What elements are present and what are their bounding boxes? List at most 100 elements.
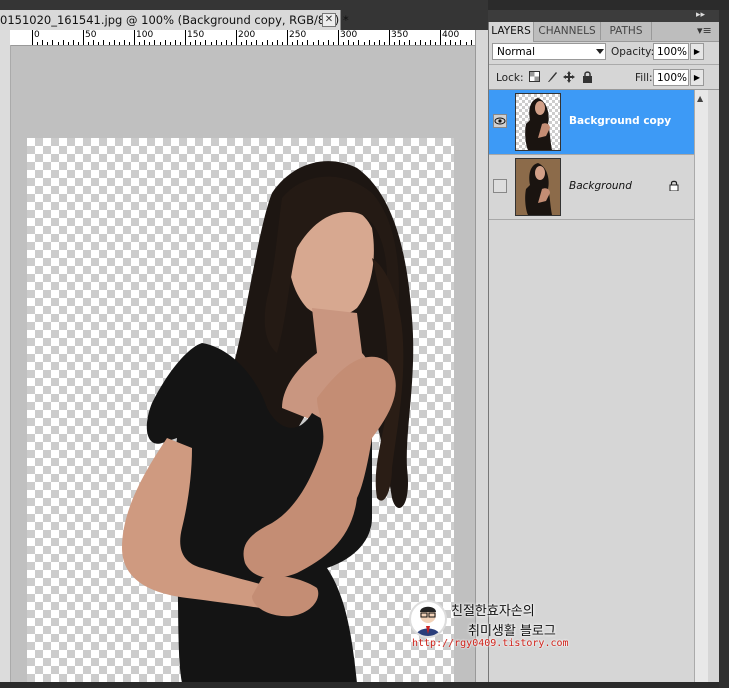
layer-thumbnail <box>515 93 561 151</box>
ruler-tick <box>57 42 59 45</box>
collapse-panel-icon[interactable]: ▸▸ <box>696 10 705 20</box>
ruler-tick <box>429 40 431 45</box>
ruler-tick <box>185 30 186 45</box>
tab-layers[interactable]: LAYERS <box>489 22 534 42</box>
tab-channels[interactable]: CHANNELS <box>534 22 601 40</box>
cutout-photo <box>122 161 414 683</box>
ruler-tick <box>236 30 237 45</box>
ruler-tick <box>343 42 345 45</box>
opacity-input[interactable]: 100% <box>653 43 689 60</box>
ruler-tick <box>368 40 370 45</box>
ruler-tick <box>241 42 243 45</box>
ruler-tick <box>113 40 115 45</box>
ruler-tick <box>373 42 375 45</box>
ruler-tick <box>419 40 421 45</box>
ruler-tick <box>52 40 54 45</box>
window-edge <box>719 10 729 688</box>
ruler-tick <box>149 42 151 45</box>
ruler-tick <box>62 40 64 45</box>
ruler-tick <box>424 42 426 45</box>
document-tab[interactable]: 0151020_161541.jpg @ 100% (Background co… <box>0 10 349 30</box>
horizontal-ruler: 0 50 100 150 200 250 300 350 400 <box>10 30 475 46</box>
ruler-tick <box>266 40 268 45</box>
ruler-tick <box>404 42 406 45</box>
panel-header-strip <box>488 10 719 22</box>
ruler-tick <box>67 42 69 45</box>
ruler-tick <box>338 30 339 45</box>
chevron-down-icon[interactable] <box>596 49 604 54</box>
ruler-tick <box>297 40 299 45</box>
eye-icon[interactable] <box>493 114 507 128</box>
lock-transparent-pixels-icon[interactable] <box>528 71 540 83</box>
ruler-tick <box>440 30 441 45</box>
ruler-tick <box>210 42 212 45</box>
fill-input[interactable]: 100% <box>653 69 689 86</box>
ruler-tick <box>251 42 253 45</box>
ruler-tick <box>317 40 319 45</box>
layer-name[interactable]: Background copy <box>569 115 671 127</box>
divider <box>489 64 719 65</box>
lock-image-pixels-icon[interactable] <box>546 71 558 83</box>
ruler-tick <box>256 40 258 45</box>
ruler-tick <box>98 42 100 45</box>
ruler-tick <box>88 42 90 45</box>
ruler-label: 300 <box>340 30 358 40</box>
ruler-tick <box>332 42 334 45</box>
ruler-label: 400 <box>442 30 460 40</box>
visibility-toggle[interactable] <box>493 179 507 193</box>
ruler-tick <box>144 40 146 45</box>
tab-paths[interactable]: PATHS <box>601 22 652 40</box>
opacity-slider-button[interactable]: ▶ <box>690 43 704 60</box>
image-canvas[interactable] <box>27 138 454 683</box>
ruler-tick <box>169 42 171 45</box>
ruler-tick <box>179 42 181 45</box>
ruler-tick <box>159 42 161 45</box>
ruler-tick <box>450 40 452 45</box>
close-tab-icon[interactable]: ✕ <box>322 13 336 27</box>
ruler-tick <box>353 42 355 45</box>
watermark-url: http://rgy0409.tistory.com <box>412 638 569 649</box>
ruler-tick <box>174 40 176 45</box>
status-bar <box>0 682 488 688</box>
ruler-tick <box>399 40 401 45</box>
ruler-tick <box>292 42 294 45</box>
ruler-tick <box>220 42 222 45</box>
blend-mode-select[interactable]: Normal <box>492 43 606 60</box>
layer-row-background-copy[interactable]: Background copy <box>489 90 694 155</box>
ruler-tick <box>470 40 472 45</box>
ruler-tick <box>322 42 324 45</box>
panel-menu-icon[interactable]: ▾≡ <box>697 24 712 37</box>
ruler-tick <box>225 40 227 45</box>
panel-edge <box>708 90 719 682</box>
scroll-up-icon[interactable]: ▲ <box>697 94 703 103</box>
opacity-label: Opacity: <box>611 46 655 58</box>
lock-all-icon[interactable] <box>581 71 593 83</box>
ruler-tick <box>93 40 95 45</box>
ruler-tick <box>215 40 217 45</box>
ruler-tick <box>37 42 39 45</box>
canvas-vertical-scrollbar[interactable] <box>475 30 488 682</box>
ruler-tick <box>445 42 447 45</box>
ruler-tick <box>164 40 166 45</box>
layers-scrollbar[interactable] <box>694 90 709 682</box>
lock-position-icon[interactable] <box>563 71 575 83</box>
ruler-tick <box>281 42 283 45</box>
fill-slider-button[interactable]: ▶ <box>690 69 704 86</box>
ruler-tick <box>195 40 197 45</box>
ruler-tick <box>307 40 309 45</box>
layer-row-background[interactable]: Background <box>489 155 694 220</box>
ruler-tick <box>139 42 141 45</box>
ruler-label: 50 <box>85 30 97 40</box>
ruler-tick <box>327 40 329 45</box>
ruler-tick <box>154 40 156 45</box>
layer-name[interactable]: Background <box>569 180 632 192</box>
watermark-text: 친절한효자손의 <box>451 604 535 619</box>
ruler-tick <box>190 42 192 45</box>
ruler-tick <box>455 42 457 45</box>
ruler-tick <box>358 40 360 45</box>
ruler-tick <box>389 30 390 45</box>
ruler-tick <box>394 42 396 45</box>
ruler-tick <box>276 40 278 45</box>
ruler-tick <box>128 42 130 45</box>
ruler-tick <box>103 40 105 45</box>
